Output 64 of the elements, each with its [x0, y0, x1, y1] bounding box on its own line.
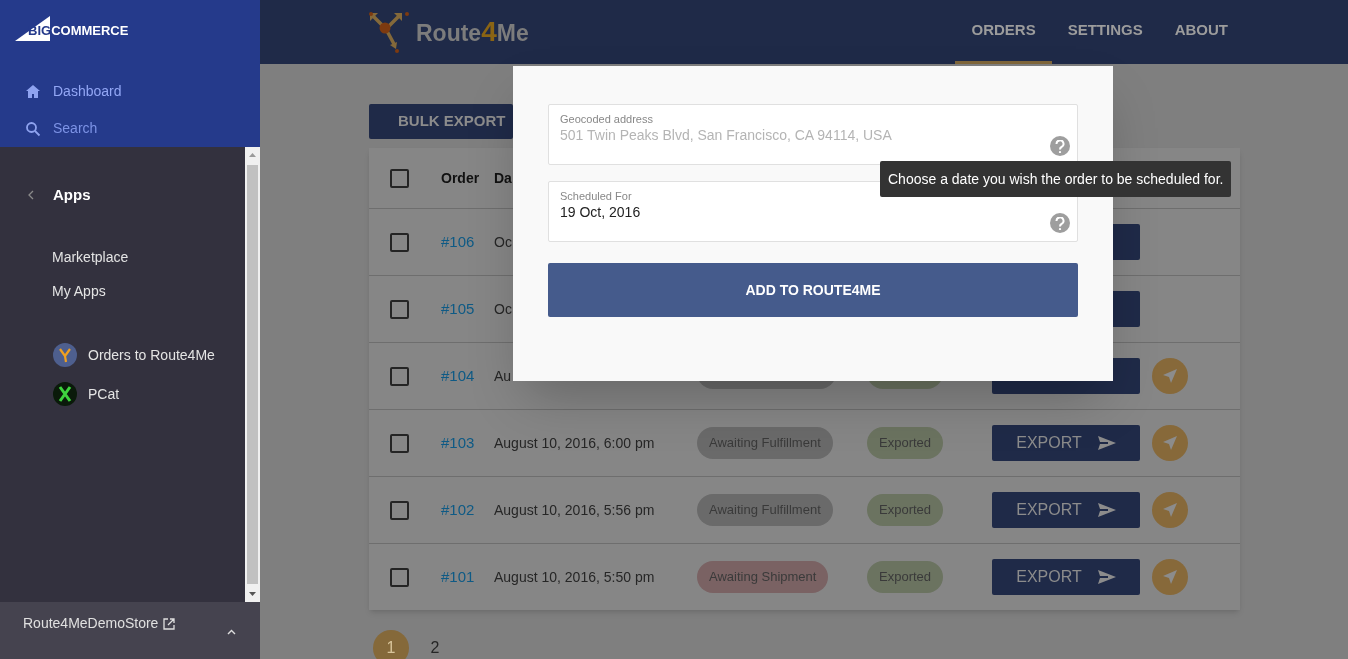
home-icon	[25, 83, 41, 100]
table-cell: Oc	[494, 234, 512, 250]
help-icon[interactable]	[1050, 213, 1070, 233]
checkbox[interactable]	[390, 168, 409, 188]
scroll-up-arrow-icon[interactable]	[249, 153, 256, 157]
caret-up-icon[interactable]	[227, 629, 236, 635]
table-cell: Oc	[494, 301, 512, 317]
table-cell: August 10, 2016, 6:00 pm	[494, 435, 655, 451]
route-logo-icon	[368, 11, 410, 53]
external-link-icon	[163, 617, 176, 630]
field-label: Scheduled For	[560, 189, 633, 203]
checkbox[interactable]	[390, 567, 409, 587]
app-item[interactable]: Orders to Route4Me	[53, 343, 245, 367]
checkbox[interactable]	[390, 433, 409, 453]
nav-tab[interactable]: SETTINGS	[1051, 0, 1159, 64]
search-icon	[25, 120, 41, 137]
checkbox[interactable]	[390, 500, 409, 520]
export-button[interactable]: EXPORT	[992, 492, 1140, 528]
export-state-pill: Exported	[867, 494, 944, 526]
bulk-export-button[interactable]: BULK EXPORT	[369, 104, 513, 139]
logo-text: 4	[481, 18, 497, 46]
sidebar-item[interactable]: Dashboard	[0, 73, 260, 110]
table-cell: Au	[494, 368, 512, 384]
export-button[interactable]: EXPORT	[992, 559, 1140, 595]
input-field[interactable]: Geocoded address 501 Twin Peaks Blvd, San Francisco, CA 94114, USA	[548, 104, 1078, 165]
chevron-left-icon[interactable]	[28, 190, 34, 200]
export-state-pill: Exported	[867, 561, 944, 593]
sidebar-link[interactable]: My Apps	[52, 280, 245, 302]
field-value[interactable]: 501 Twin Peaks Blvd, San Francisco, CA 94114, USA	[560, 126, 1040, 144]
table-cell: August 10, 2016, 5:56 pm	[494, 502, 655, 518]
checkbox[interactable]	[390, 232, 409, 252]
scroll-down-arrow-icon[interactable]	[249, 592, 256, 596]
page-link[interactable]: 2	[417, 630, 453, 659]
app-item[interactable]: PCat	[53, 382, 245, 406]
checkbox[interactable]	[390, 299, 409, 319]
logo-text: Route	[416, 22, 482, 45]
help-icon[interactable]	[1050, 136, 1070, 156]
column-header: Order	[441, 168, 481, 188]
add-button[interactable]: ADD TO ROUTE4ME	[548, 263, 1078, 317]
section-title: Apps	[53, 184, 91, 205]
send-icon	[1097, 570, 1116, 584]
app-logo-icon	[53, 343, 77, 367]
field-value[interactable]: 19 Oct, 2016	[560, 203, 1040, 221]
nav-tab[interactable]: ABOUT	[1158, 0, 1244, 64]
page-link[interactable]: 1	[373, 630, 409, 659]
send-icon	[1097, 436, 1116, 450]
logo-text: Me	[496, 22, 529, 45]
checkbox[interactable]	[390, 366, 409, 386]
navigation-arrow-icon	[1162, 569, 1178, 585]
navigation-arrow-icon	[1162, 435, 1178, 451]
column-header: Da	[494, 168, 512, 188]
status-pill: Awaiting Shipment	[697, 561, 829, 593]
navigation-arrow-icon	[1162, 502, 1178, 518]
send-icon	[1097, 503, 1116, 517]
tooltip: Choose a date you wish the order to be scheduled for.	[880, 161, 1232, 197]
scrollbar-thumb[interactable]	[247, 165, 258, 584]
table-cell: August 10, 2016, 5:50 pm	[494, 569, 655, 585]
export-state-pill: Exported	[867, 427, 944, 459]
app-logo-icon	[53, 382, 77, 406]
export-button[interactable]: EXPORT	[992, 425, 1140, 461]
sidebar-link[interactable]: Marketplace	[52, 246, 245, 268]
field-label: Geocoded address	[560, 112, 654, 126]
sidebar-item[interactable]: Search	[0, 110, 260, 147]
navigation-arrow-icon	[1162, 368, 1178, 384]
